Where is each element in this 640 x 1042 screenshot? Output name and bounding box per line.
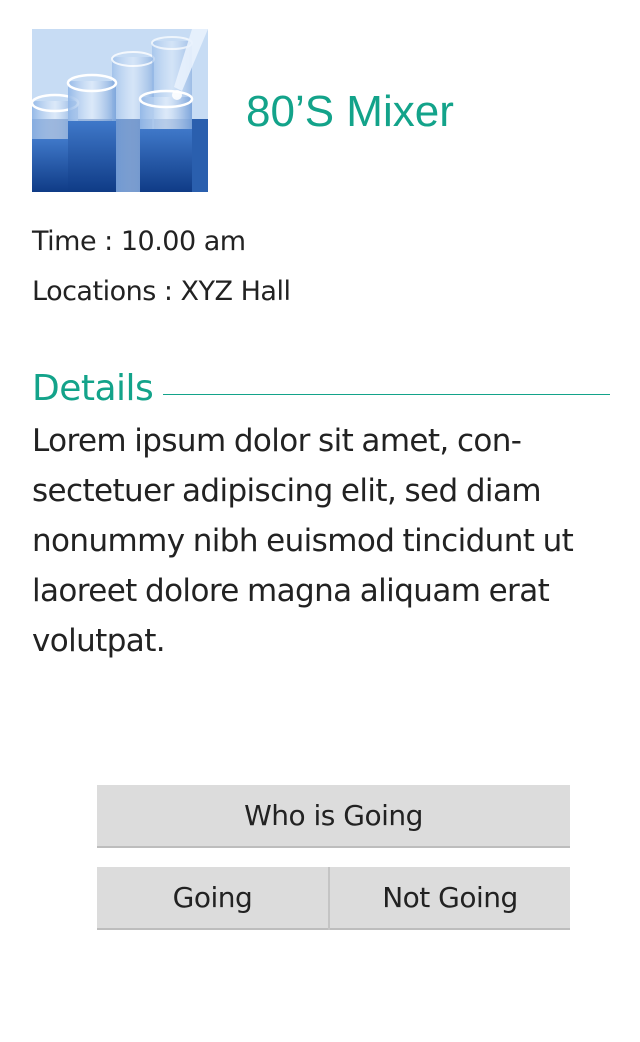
who-is-going-button[interactable]: Who is Going: [97, 785, 570, 848]
event-title: 80’S Mixer: [246, 87, 454, 136]
details-divider: [163, 394, 610, 395]
details-text: Lorem ipsum dolor sit amet, con-sectetue…: [32, 423, 574, 659]
going-button[interactable]: Going: [97, 867, 328, 930]
not-going-button[interactable]: Not Going: [330, 867, 570, 930]
event-image: [32, 29, 208, 192]
event-location: Locations : XYZ Hall: [32, 276, 291, 307]
details-heading: Details: [32, 368, 154, 409]
event-time: Time : 10.00 am: [32, 226, 246, 257]
